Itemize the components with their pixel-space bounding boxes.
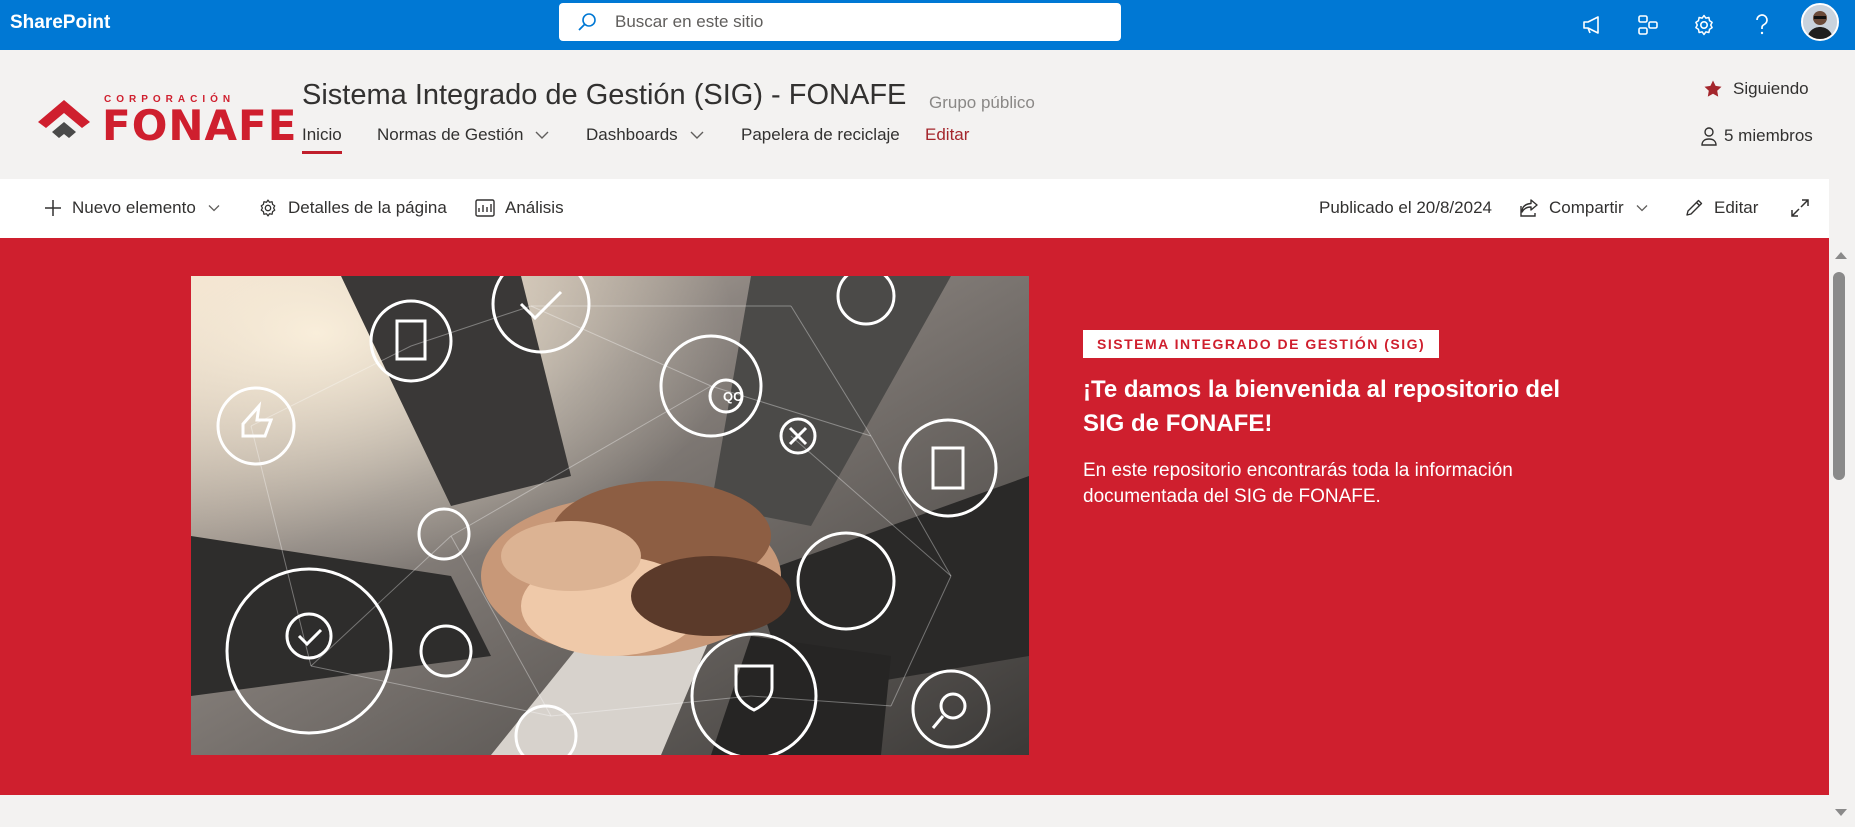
hero-tag: SISTEMA INTEGRADO DE GESTIÓN (SIG): [1083, 330, 1440, 358]
star-icon: [1704, 80, 1722, 97]
nav-label: Inicio: [302, 125, 342, 154]
published-label: Publicado el 20/8/2024: [1319, 198, 1492, 217]
user-avatar[interactable]: [1801, 3, 1839, 41]
published-date: Publicado el 20/8/2024: [1319, 198, 1492, 218]
nav-item-papelera[interactable]: Papelera de reciclaje: [741, 125, 900, 145]
hero-image[interactable]: QC: [191, 276, 1029, 755]
hands-network-illustration: QC: [191, 276, 1029, 755]
nav-item-inicio[interactable]: Inicio: [302, 125, 342, 154]
share-icon: [1520, 199, 1538, 217]
chevron-down-icon: [690, 131, 704, 139]
page-details-label: Detalles de la página: [288, 198, 447, 217]
nav-item-dashboards[interactable]: Dashboards: [586, 125, 704, 145]
suite-bar: SharePoint: [0, 0, 1855, 50]
nav-edit-link[interactable]: Editar: [925, 125, 969, 145]
app-brand[interactable]: SharePoint: [10, 12, 110, 34]
qc-label: QC: [723, 389, 743, 404]
share-button[interactable]: Compartir: [1519, 198, 1648, 218]
site-title[interactable]: Sistema Integrado de Gestión (SIG) - FON…: [302, 79, 906, 112]
site-privacy-label: Grupo público: [929, 93, 1035, 112]
command-bar: Nuevo elemento Detalles de la página Aná…: [0, 179, 1829, 238]
analytics-icon: [475, 199, 495, 217]
analytics-button[interactable]: Análisis: [475, 198, 564, 218]
page-details-button[interactable]: Detalles de la página: [258, 198, 447, 218]
edit-label: Editar: [1714, 198, 1759, 217]
scroll-down-arrow-icon[interactable]: [1834, 808, 1848, 818]
follow-button[interactable]: Siguiendo: [1703, 79, 1809, 99]
site-header: CORPORACIÓN FONAFE Sistema Integrado de …: [0, 50, 1829, 179]
members-label: 5 miembros: [1724, 126, 1813, 145]
nav-label: Papelera de reciclaje: [741, 125, 900, 144]
person-icon: [1701, 127, 1717, 146]
search-icon: [577, 12, 597, 37]
new-item-button[interactable]: Nuevo elemento: [44, 198, 220, 218]
scroll-up-arrow-icon[interactable]: [1834, 250, 1848, 260]
scrollbar-thumb[interactable]: [1833, 272, 1845, 480]
new-item-label: Nuevo elemento: [72, 198, 196, 217]
analytics-label: Análisis: [505, 198, 564, 217]
nav-label: Normas de Gestión: [377, 125, 524, 144]
logo-chevron-icon: [38, 100, 90, 138]
page-content-area: [0, 795, 1829, 827]
nav-label: Editar: [925, 125, 970, 144]
pencil-icon: [1686, 199, 1703, 216]
expand-icon: [1791, 199, 1809, 217]
nav-item-normas[interactable]: Normas de Gestión: [377, 125, 549, 145]
hero-description: En este repositorio encontrarás toda la …: [1083, 460, 1513, 507]
search-input[interactable]: [615, 12, 1095, 32]
nav-label: Dashboards: [586, 125, 678, 144]
chevron-down-icon: [1636, 205, 1648, 212]
members-button[interactable]: 5 miembros: [1700, 126, 1813, 146]
expand-button[interactable]: [1790, 198, 1820, 218]
hero-title[interactable]: ¡Te damos la bienvenida al repositorio d…: [1083, 373, 1603, 441]
chevron-down-icon: [535, 131, 549, 139]
edit-page-button[interactable]: Editar: [1684, 198, 1758, 218]
app-launcher-icon[interactable]: [1633, 10, 1663, 40]
plus-icon: [45, 200, 61, 216]
settings-gear-icon[interactable]: [1689, 10, 1719, 40]
chevron-down-icon: [208, 205, 220, 212]
gear-icon: [260, 199, 276, 217]
logo-name: FONAFE: [102, 101, 298, 150]
share-label: Compartir: [1549, 198, 1624, 217]
megaphone-icon[interactable]: [1577, 10, 1607, 40]
search-box[interactable]: [559, 3, 1121, 41]
help-icon[interactable]: [1747, 10, 1777, 40]
follow-label: Siguiendo: [1733, 79, 1809, 98]
hero-section: QC SISTEMA INTEGRADO DE GESTIÓN (SIG) ¡T…: [0, 238, 1829, 795]
site-logo[interactable]: CORPORACIÓN FONAFE: [38, 92, 296, 150]
